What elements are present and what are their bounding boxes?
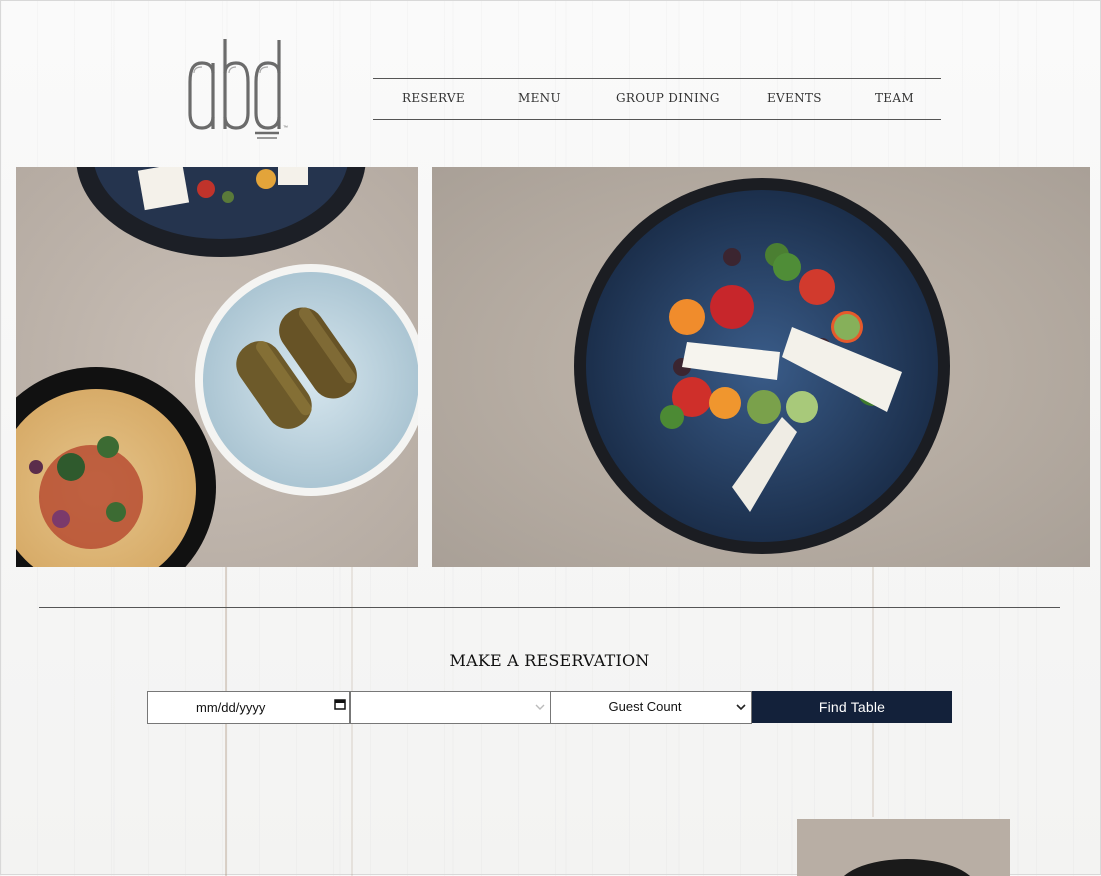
- time-select[interactable]: [350, 691, 551, 724]
- nav-item-menu[interactable]: MENU: [518, 91, 561, 105]
- food-photo-bottom: [797, 819, 1010, 876]
- date-input[interactable]: mm/dd/yyyy: [147, 691, 350, 724]
- svg-text:™: ™: [283, 125, 288, 131]
- nav-item-group-dining[interactable]: GROUP DINING: [616, 91, 720, 105]
- food-photo-dolmas: [16, 167, 418, 567]
- main-navigation: RESERVE MENU GROUP DINING EVENTS TEAM: [373, 78, 941, 120]
- date-placeholder: mm/dd/yyyy: [196, 700, 266, 715]
- guest-count-select[interactable]: Guest Count: [550, 691, 752, 724]
- aba-logo[interactable]: ™: [187, 37, 291, 145]
- food-photo-salad: [432, 167, 1090, 567]
- nav-item-reserve[interactable]: RESERVE: [402, 91, 465, 105]
- chevron-down-icon: [535, 704, 545, 710]
- section-divider: [39, 607, 1060, 608]
- find-table-button[interactable]: Find Table: [752, 691, 952, 723]
- nav-item-events[interactable]: EVENTS: [767, 91, 822, 105]
- chevron-down-icon: [736, 704, 746, 711]
- nav-item-team[interactable]: TEAM: [875, 91, 914, 105]
- reservation-heading: MAKE A RESERVATION: [449, 651, 650, 670]
- guest-count-placeholder: Guest Count: [608, 699, 682, 714]
- calendar-icon[interactable]: [334, 698, 346, 710]
